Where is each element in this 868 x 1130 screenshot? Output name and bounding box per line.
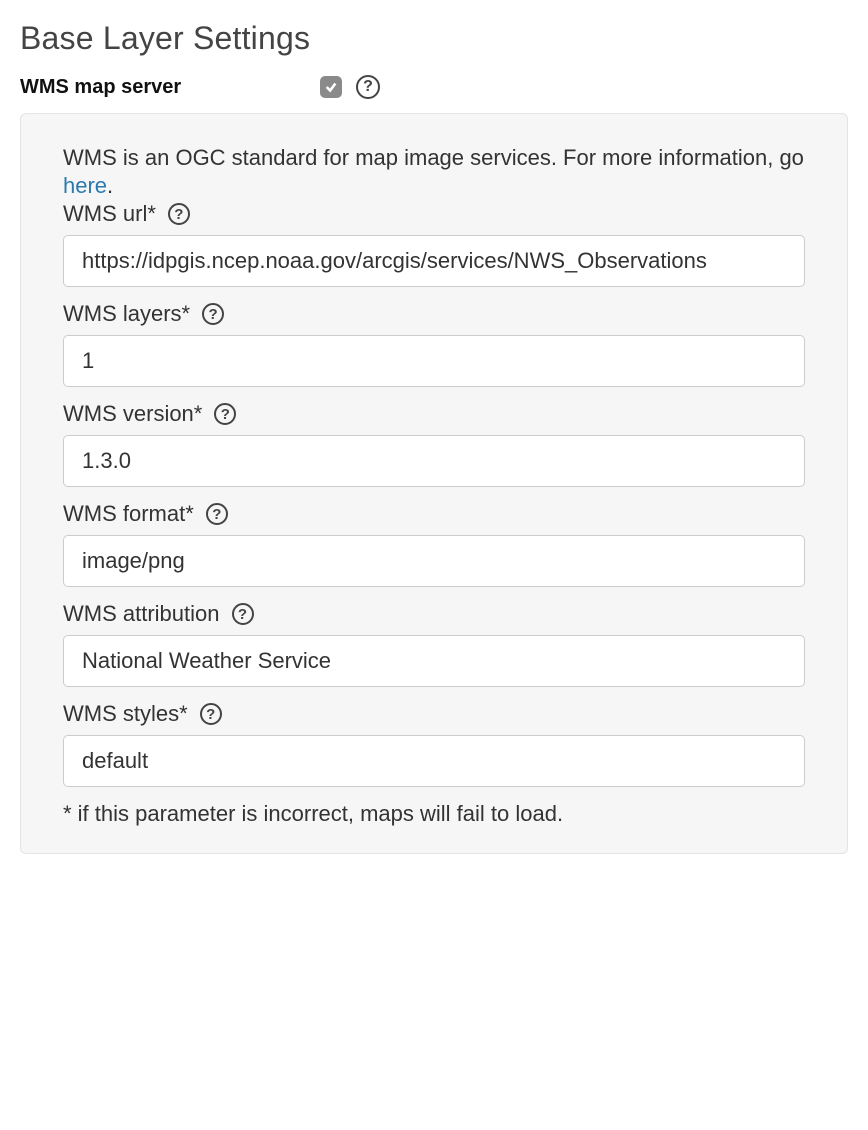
wms-footnote: * if this parameter is incorrect, maps w… [63,801,805,827]
help-icon[interactable]: ? [200,703,222,725]
wms-description: WMS is an OGC standard for map image ser… [63,144,805,199]
wms-attribution-input[interactable] [63,635,805,687]
wms-styles-label: WMS styles* [63,701,188,727]
wms-layers-field: WMS layers* ? [63,301,805,387]
wms-toggle-row: WMS map server ? [20,75,848,99]
help-icon[interactable]: ? [206,503,228,525]
wms-settings-panel: WMS is an OGC standard for map image ser… [20,113,848,854]
wms-description-link[interactable]: here [63,173,107,198]
wms-version-label: WMS version* [63,401,202,427]
wms-layers-label: WMS layers* [63,301,190,327]
wms-url-label: WMS url* [63,201,156,227]
help-icon[interactable]: ? [356,75,380,99]
wms-description-suffix: . [107,173,113,198]
help-icon[interactable]: ? [232,603,254,625]
wms-url-input[interactable] [63,235,805,287]
wms-format-label: WMS format* [63,501,194,527]
wms-toggle-label: WMS map server [20,76,320,99]
wms-attribution-label: WMS attribution [63,601,220,627]
wms-attribution-field: WMS attribution ? [63,601,805,687]
wms-description-text: WMS is an OGC standard for map image ser… [63,145,804,170]
help-icon[interactable]: ? [214,403,236,425]
wms-url-field: WMS url* ? [63,201,805,287]
wms-styles-field: WMS styles* ? [63,701,805,787]
help-icon[interactable]: ? [202,303,224,325]
wms-toggle-checkbox[interactable] [320,76,342,98]
check-icon [324,80,338,94]
wms-version-input[interactable] [63,435,805,487]
wms-styles-input[interactable] [63,735,805,787]
wms-version-field: WMS version* ? [63,401,805,487]
wms-layers-input[interactable] [63,335,805,387]
page-title: Base Layer Settings [20,20,848,57]
wms-format-field: WMS format* ? [63,501,805,587]
wms-format-input[interactable] [63,535,805,587]
help-icon[interactable]: ? [168,203,190,225]
